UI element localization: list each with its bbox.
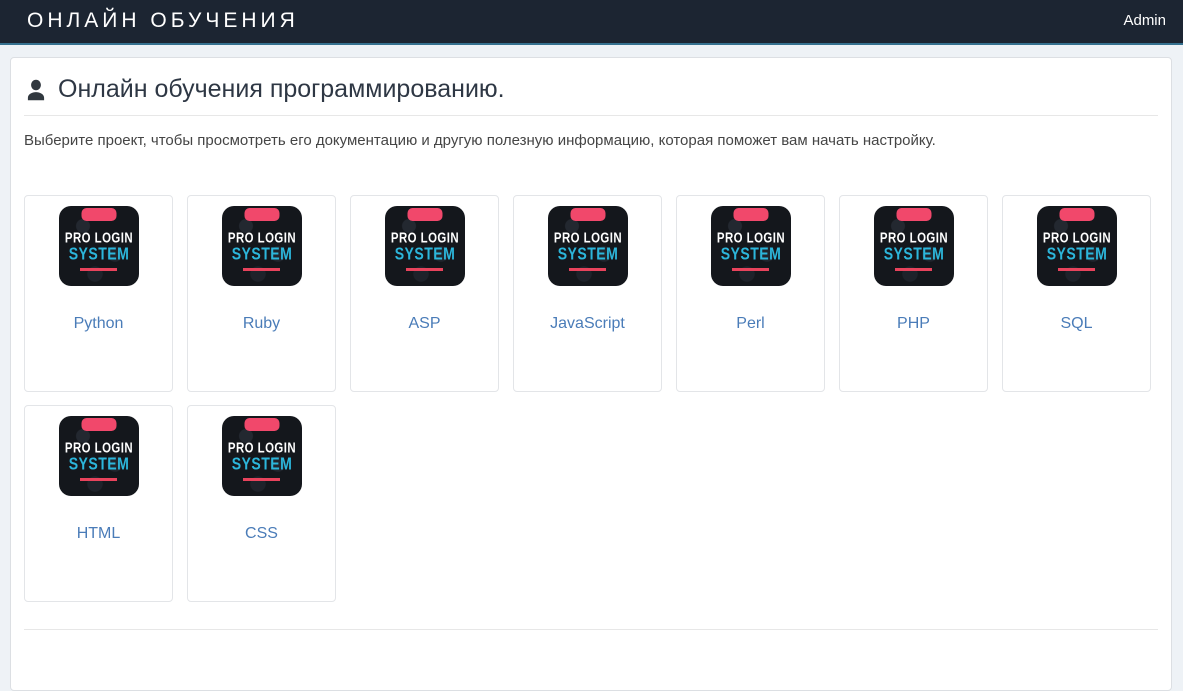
logo-tab xyxy=(570,208,605,221)
pro-login-system-logo: PRO LOGIN SYSTEM xyxy=(547,206,628,286)
course-card[interactable]: PRO LOGIN SYSTEM ASP xyxy=(350,195,499,392)
logo-line1: PRO LOGIN xyxy=(879,229,948,246)
logo-line1: PRO LOGIN xyxy=(1042,229,1111,246)
logo-underline xyxy=(80,268,117,271)
logo-line1: PRO LOGIN xyxy=(227,229,296,246)
top-navbar: ОНЛАЙН ОБУЧЕНИЯ Admin xyxy=(0,0,1183,45)
logo-underline xyxy=(1058,268,1095,271)
course-label: JavaScript xyxy=(550,315,625,332)
course-label: ASP xyxy=(408,315,441,332)
logo-tab xyxy=(81,418,116,431)
logo-line2: SYSTEM xyxy=(231,454,292,474)
course-label: HTML xyxy=(76,525,121,542)
logo-line1: PRO LOGIN xyxy=(64,229,133,246)
logo-underline xyxy=(243,478,280,481)
logo-line2: SYSTEM xyxy=(231,244,292,264)
intro-text: Выберите проект, чтобы просмотреть его д… xyxy=(24,132,936,149)
pro-login-system-logo: PRO LOGIN SYSTEM xyxy=(1036,206,1117,286)
logo-line1: PRO LOGIN xyxy=(227,439,296,456)
pro-login-system-logo: PRO LOGIN SYSTEM xyxy=(384,206,465,286)
logo-underline xyxy=(732,268,769,271)
course-card[interactable]: PRO LOGIN SYSTEM CSS xyxy=(187,405,336,602)
logo-tab xyxy=(896,208,931,221)
logo-underline xyxy=(406,268,443,271)
logo-underline xyxy=(80,478,117,481)
logo-tab xyxy=(1059,208,1094,221)
main-panel: Онлайн обучения программированию. Выбери… xyxy=(10,57,1172,691)
logo-line2: SYSTEM xyxy=(68,244,129,264)
page-header: Онлайн обучения программированию. xyxy=(22,70,1160,106)
course-label: PHP xyxy=(897,315,930,332)
header-divider xyxy=(24,115,1158,116)
bottom-divider xyxy=(24,629,1158,630)
course-card[interactable]: PRO LOGIN SYSTEM PHP xyxy=(839,195,988,392)
logo-line2: SYSTEM xyxy=(557,244,618,264)
logo-tab xyxy=(244,418,279,431)
course-label: Ruby xyxy=(242,315,281,332)
logo-tab xyxy=(407,208,442,221)
course-grid: PRO LOGIN SYSTEM Python PRO LOGIN SYSTEM… xyxy=(22,195,1160,602)
pro-login-system-logo: PRO LOGIN SYSTEM xyxy=(710,206,791,286)
logo-underline xyxy=(569,268,606,271)
course-card[interactable]: PRO LOGIN SYSTEM HTML xyxy=(24,405,173,602)
course-label: SQL xyxy=(1060,315,1093,332)
pro-login-system-logo: PRO LOGIN SYSTEM xyxy=(58,206,139,286)
admin-link[interactable]: Admin xyxy=(1123,12,1166,29)
logo-line1: PRO LOGIN xyxy=(390,229,459,246)
logo-tab xyxy=(81,208,116,221)
logo-line2: SYSTEM xyxy=(68,454,129,474)
course-label: Perl xyxy=(736,315,765,332)
pro-login-system-logo: PRO LOGIN SYSTEM xyxy=(221,416,302,496)
navbar-brand[interactable]: ОНЛАЙН ОБУЧЕНИЯ xyxy=(27,9,299,33)
logo-tab xyxy=(733,208,768,221)
logo-underline xyxy=(895,268,932,271)
course-card[interactable]: PRO LOGIN SYSTEM Ruby xyxy=(187,195,336,392)
course-card[interactable]: PRO LOGIN SYSTEM SQL xyxy=(1002,195,1151,392)
logo-underline xyxy=(243,268,280,271)
logo-line1: PRO LOGIN xyxy=(716,229,785,246)
pro-login-system-logo: PRO LOGIN SYSTEM xyxy=(58,416,139,496)
pro-login-system-logo: PRO LOGIN SYSTEM xyxy=(221,206,302,286)
logo-tab xyxy=(244,208,279,221)
user-icon xyxy=(24,78,48,102)
logo-line1: PRO LOGIN xyxy=(64,439,133,456)
logo-line2: SYSTEM xyxy=(1046,244,1107,264)
logo-line2: SYSTEM xyxy=(720,244,781,264)
logo-line2: SYSTEM xyxy=(883,244,944,264)
course-card[interactable]: PRO LOGIN SYSTEM Python xyxy=(24,195,173,392)
course-card[interactable]: PRO LOGIN SYSTEM JavaScript xyxy=(513,195,662,392)
logo-line2: SYSTEM xyxy=(394,244,455,264)
page-title: Онлайн обучения программированию. xyxy=(58,75,505,103)
course-card[interactable]: PRO LOGIN SYSTEM Perl xyxy=(676,195,825,392)
course-label: Python xyxy=(73,315,124,332)
pro-login-system-logo: PRO LOGIN SYSTEM xyxy=(873,206,954,286)
logo-line1: PRO LOGIN xyxy=(553,229,622,246)
course-label: CSS xyxy=(245,525,278,542)
